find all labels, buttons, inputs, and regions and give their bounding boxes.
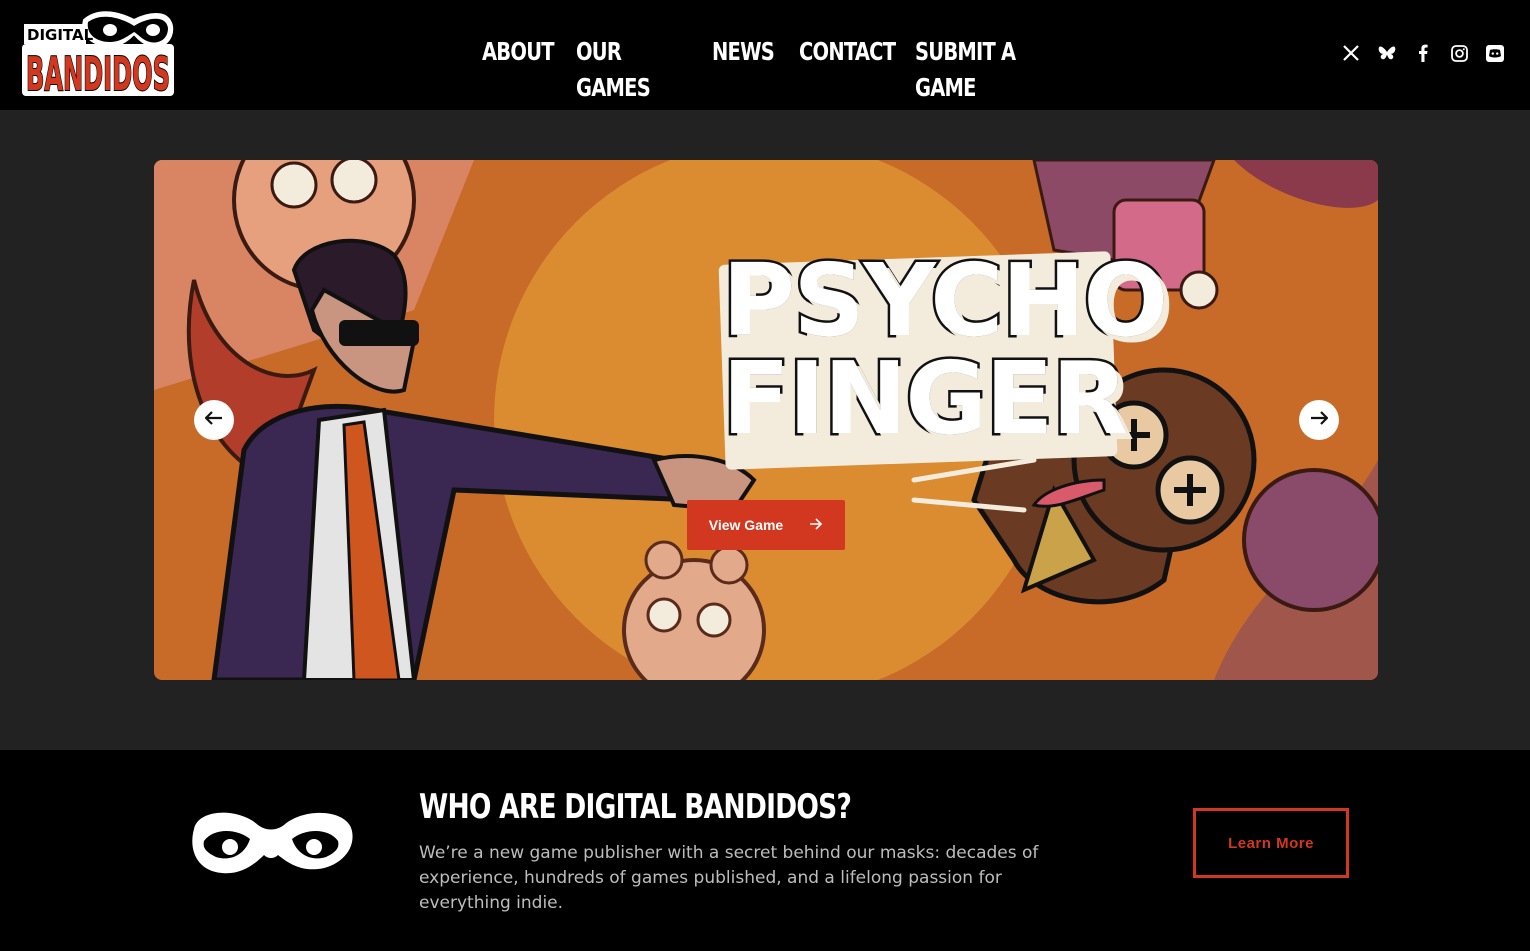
hero-slider: PSYCHO FINGER View Game [154, 160, 1378, 680]
nav-about[interactable]: ABOUT [482, 34, 555, 106]
main-nav: ABOUT OUR GAMES NEWS CONTACT SUBMIT A GA… [482, 34, 1050, 106]
logo-bottom-text: BANDIDOS [26, 47, 170, 98]
nav-submit-a-game[interactable]: SUBMIT A GAME [915, 34, 1020, 106]
game-title-line-2: FINGER [720, 340, 1132, 457]
about-description: We’re a new game publisher with a secret… [419, 843, 1039, 913]
x-icon[interactable] [1342, 43, 1360, 63]
arrow-right-icon [1310, 410, 1329, 430]
about-title: WHO ARE DIGITAL BANDIDOS? [419, 787, 852, 827]
view-game-label: View Game [708, 517, 784, 533]
facebook-icon[interactable] [1414, 43, 1432, 63]
nav-contact[interactable]: CONTACT [799, 34, 896, 106]
nav-news[interactable]: NEWS [712, 34, 775, 106]
site-header: DIGITAL BANDIDOS ABOUT OUR GAMES NEWS CO… [0, 0, 1530, 110]
bluesky-icon[interactable] [1378, 43, 1396, 63]
view-game-button[interactable]: View Game [687, 500, 845, 550]
game-title-line-1: PSYCHO [720, 242, 1171, 359]
logo[interactable]: DIGITAL BANDIDOS [22, 6, 174, 102]
social-links [1342, 43, 1504, 63]
about-section: WHO ARE DIGITAL BANDIDOS? We’re a new ga… [0, 750, 1530, 951]
nav-our-games[interactable]: OUR GAMES [576, 34, 651, 106]
learn-more-button[interactable]: Learn More [1193, 808, 1349, 878]
slider-prev-button[interactable] [194, 400, 234, 440]
slider-next-button[interactable] [1299, 400, 1339, 440]
arrow-left-icon [204, 410, 223, 430]
arrow-right-icon [809, 517, 823, 533]
game-title: PSYCHO FINGER [720, 242, 1171, 457]
logo-top-text: DIGITAL [27, 26, 94, 44]
discord-icon[interactable] [1486, 43, 1504, 63]
bandit-mask-icon [188, 807, 354, 894]
instagram-icon[interactable] [1450, 43, 1468, 63]
